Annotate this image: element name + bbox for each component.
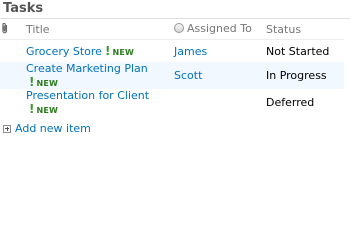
task-title-link[interactable]: Presentation for Client [26,89,149,102]
status-value: Not Started [266,44,330,58]
title-cell: Presentation for Client! NEW [26,89,174,116]
add-icon[interactable] [3,124,11,133]
new-badge: ! NEW [104,44,135,58]
table-row: Grocery Store! NEW James Not Started [0,40,344,63]
title-column-label: Title [26,22,50,36]
status-cell: In Progress [266,62,344,89]
new-indicator-icon: ! [29,75,35,89]
tasks-table: Title Assigned To Status Grocery Store! N… [0,19,344,116]
assigned-to-link[interactable]: James [174,45,207,58]
status-cell: Not Started [266,40,344,63]
new-indicator-icon: ! [29,102,35,116]
paperclip-icon [2,22,8,33]
assigned-to-cell [174,89,266,116]
title-cell: Create Marketing Plan! NEW [26,62,174,89]
attachment-cell [0,40,26,63]
table-row: Create Marketing Plan! NEW Scott In Progr… [0,62,344,89]
add-new-item-link[interactable]: Add new item [15,122,91,135]
list-title[interactable]: Tasks [3,1,43,16]
status-value: In Progress [266,69,327,82]
assigned-to-column-label: Assigned To [187,21,252,35]
attachment-column-header[interactable] [0,19,26,40]
presence-icon [174,23,184,34]
new-badge: ! NEW [29,75,59,89]
title-cell: Grocery Store! NEW [26,40,174,63]
status-column-label: Status [266,22,302,36]
assigned-to-cell: Scott [174,62,266,89]
attachment-cell [0,62,26,89]
task-title-link[interactable]: Create Marketing Plan [26,62,148,75]
attachment-cell [0,89,26,116]
status-column-header[interactable]: Status [266,19,344,40]
new-badge: ! NEW [29,102,59,116]
list-header: Tasks [0,0,350,19]
status-cell: Deferred [266,89,344,116]
assigned-to-cell: James [174,40,266,63]
table-row: Presentation for Client! NEW Deferred [0,89,344,116]
status-value: Deferred [266,96,315,109]
new-indicator-icon: ! [104,44,111,58]
task-title-link[interactable]: Grocery Store [26,45,102,58]
assigned-to-link[interactable]: Scott [174,69,202,82]
title-column-header[interactable]: Title [26,19,174,40]
table-header-row: Title Assigned To Status [0,19,344,40]
assigned-to-column-header[interactable]: Assigned To [174,19,266,40]
add-new-item-row: Add new item [3,122,350,135]
